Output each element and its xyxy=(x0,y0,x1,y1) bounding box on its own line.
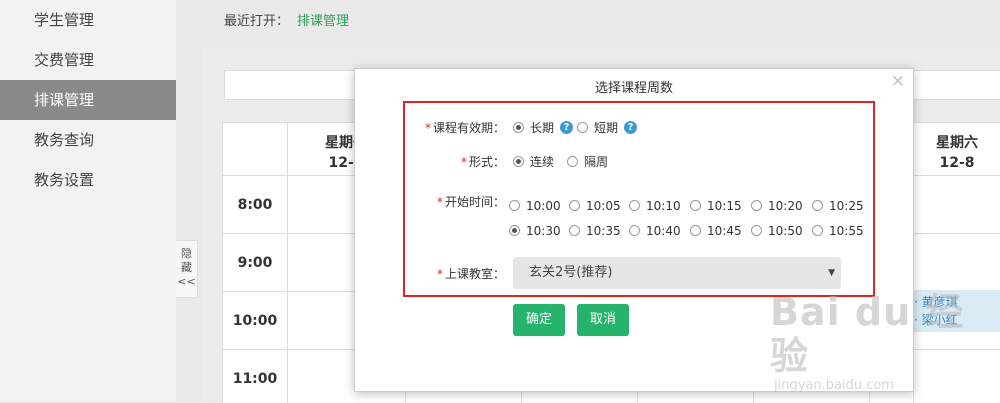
day-name: 星期六 xyxy=(936,135,978,151)
required-mark: * xyxy=(424,121,431,135)
sidebar-item-fees[interactable]: 交费管理 xyxy=(0,40,176,80)
radio-checked[interactable] xyxy=(513,122,524,133)
help-icon[interactable]: ? xyxy=(560,121,574,134)
classroom-select[interactable]: 玄关2号(推荐) ▼ xyxy=(513,257,841,289)
recent-bar: 最近打开： 排课管理 xyxy=(224,10,349,29)
recent-label: 最近打开： xyxy=(224,14,290,29)
validity-option-long[interactable]: 长期? xyxy=(513,119,574,136)
hide-toggle-arrow: << xyxy=(177,275,196,288)
time-option[interactable]: 10:10 xyxy=(629,198,681,213)
hide-toggle-line2: 藏 xyxy=(181,261,192,274)
watermark-sub: jingyan.baidu.com xyxy=(774,378,894,393)
form-label: * 形式： xyxy=(460,155,505,169)
time-option[interactable]: 10:25 xyxy=(812,198,864,213)
required-mark: * xyxy=(460,155,467,169)
sidebar-item-query[interactable]: 教务查询 xyxy=(0,120,176,160)
help-icon[interactable]: ? xyxy=(624,121,638,134)
time-option[interactable]: 10:35 xyxy=(569,223,621,238)
required-mark: * xyxy=(436,267,443,281)
watermark-main: Bai du 经验 xyxy=(770,290,965,378)
time-option[interactable]: 10:40 xyxy=(629,223,681,238)
validity-label: * 课程有效期： xyxy=(424,121,505,135)
radio-checked[interactable] xyxy=(513,156,524,167)
recent-link[interactable]: 排课管理 xyxy=(297,14,349,29)
cancel-button[interactable]: 取消 xyxy=(577,304,629,336)
time-option[interactable]: 10:20 xyxy=(751,198,803,213)
time-option[interactable]: 10:45 xyxy=(690,223,742,238)
sidebar: 学生管理 交费管理 排课管理 教务查询 教务设置 xyxy=(0,0,176,402)
chevron-down-icon: ▼ xyxy=(828,268,835,278)
classroom-value: 玄关2号(推荐) xyxy=(529,265,613,280)
time-label: 8:00 xyxy=(237,197,273,213)
sidebar-item-settings[interactable]: 教务设置 xyxy=(0,160,176,200)
hide-toggle-line1: 隐 xyxy=(181,247,192,260)
time-label: 9:00 xyxy=(237,255,273,271)
time-option[interactable]: 10:50 xyxy=(751,223,803,238)
day-head-saturday: 星期六 12-8 xyxy=(913,133,1000,173)
time-option[interactable]: 10:15 xyxy=(690,198,742,213)
validity-option-short[interactable]: 短期? xyxy=(577,119,638,136)
form-option-alternate[interactable]: 隔周 xyxy=(567,153,608,170)
time-label: 11:00 xyxy=(232,371,278,387)
day-date: 12-8 xyxy=(939,155,975,171)
sidebar-item-student[interactable]: 学生管理 xyxy=(0,0,176,40)
form-option-continuous[interactable]: 连续 xyxy=(513,153,554,170)
start-time-label: * 开始时间： xyxy=(436,195,505,209)
close-icon[interactable]: × xyxy=(891,71,905,91)
sidebar-item-scheduling[interactable]: 排课管理 xyxy=(0,80,176,120)
time-option[interactable]: 10:00 xyxy=(509,198,561,213)
time-label: 10:00 xyxy=(232,313,278,329)
time-option[interactable]: 10:30 xyxy=(509,223,561,238)
time-option[interactable]: 10:05 xyxy=(569,198,621,213)
required-mark: * xyxy=(436,195,443,209)
dialog-title: 选择课程周数 xyxy=(594,81,673,96)
confirm-button[interactable]: 确定 xyxy=(513,304,565,336)
hide-sidebar-toggle[interactable]: 隐 藏 << xyxy=(176,240,198,298)
classroom-label: * 上课教室： xyxy=(436,267,505,281)
radio-unchecked[interactable] xyxy=(567,156,578,167)
baidu-watermark: Bai du 经验 jingyan.baidu.com xyxy=(770,290,990,393)
radio-unchecked[interactable] xyxy=(577,122,588,133)
time-option[interactable]: 10:55 xyxy=(812,223,864,238)
